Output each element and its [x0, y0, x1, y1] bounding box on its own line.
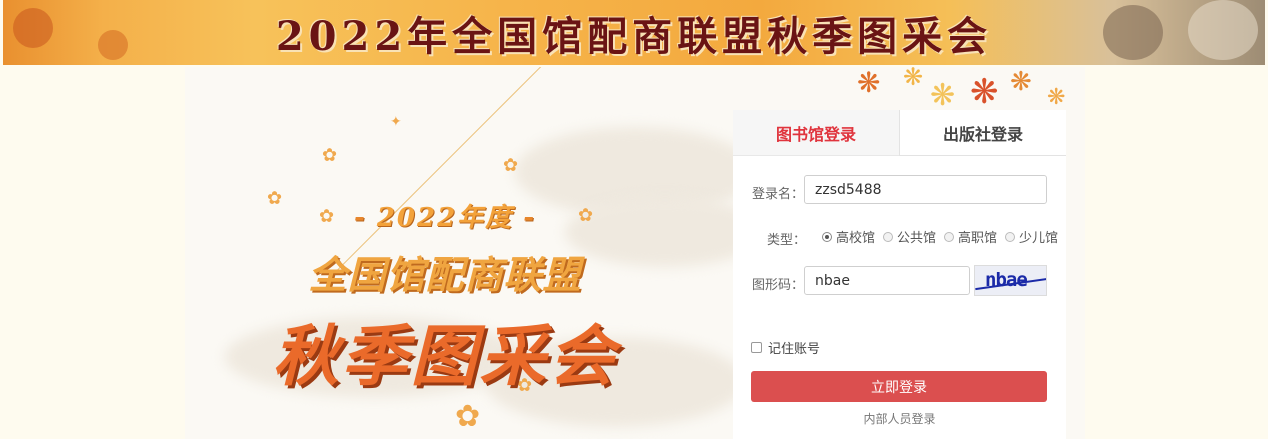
promo-dash: - — [523, 203, 536, 233]
flower-icon: ✦ — [390, 114, 402, 130]
radio-label: 高校馆 — [836, 231, 876, 246]
captcha-image-text: nbae — [985, 269, 1028, 291]
promo-dash: - — [354, 203, 367, 233]
login-button[interactable]: 立即登录 — [751, 371, 1047, 402]
flower-icon: ✿ — [503, 155, 519, 176]
username-input[interactable] — [804, 175, 1047, 204]
internal-login-link[interactable]: 内部人员登录 — [733, 410, 1066, 427]
tab-publisher-login[interactable]: 出版社登录 — [899, 110, 1066, 156]
promo-year: 2022年度 — [376, 203, 514, 233]
flower-icon: ✿ — [322, 145, 338, 166]
maple-leaf-icon: ❋ — [1047, 85, 1066, 110]
radio-label: 少儿馆 — [1019, 231, 1059, 246]
radio-university[interactable]: 高校馆 — [822, 227, 875, 246]
type-radio-group: 高校馆 公共馆 高职馆 少儿馆 — [822, 227, 1066, 246]
promo-main-title: 秋季图采会 — [272, 317, 618, 395]
tab-library-login[interactable]: 图书馆登录 — [733, 110, 899, 156]
radio-children[interactable]: 少儿馆 — [1005, 227, 1058, 246]
promo-year-line: -2022年度 - — [235, 197, 655, 234]
captcha-input[interactable] — [804, 266, 970, 295]
radio-icon — [944, 231, 954, 242]
type-label: 类型： — [767, 233, 807, 248]
top-banner: 2022年全国馆配商联盟秋季图采会 — [3, 0, 1265, 65]
promo-title: -2022年度 - 全国馆配商联盟 秋季图采会 — [235, 197, 655, 399]
captcha-image[interactable]: nbae — [974, 265, 1047, 296]
radio-label: 公共馆 — [897, 231, 937, 246]
maple-leaf-icon: ❋ — [930, 78, 956, 113]
banner-title: 2022年全国馆配商联盟秋季图采会 — [275, 13, 993, 60]
login-panel: 图书馆登录 出版社登录 登录名： 类型： 高校馆 公共馆 高职馆 少儿馆 图形码… — [733, 110, 1066, 439]
radio-icon — [1005, 231, 1015, 242]
promo-subtitle: 全国馆配商联盟 — [308, 252, 582, 297]
captcha-label: 图形码： — [752, 278, 805, 293]
maple-leaf-icon: ❋ — [970, 72, 999, 112]
remember-account[interactable]: 记住账号 — [751, 338, 820, 357]
radio-icon — [822, 231, 832, 242]
login-tabs: 图书馆登录 出版社登录 — [733, 110, 1066, 156]
radio-public[interactable]: 公共馆 — [883, 227, 936, 246]
username-label: 登录名： — [752, 187, 805, 202]
radio-icon — [883, 231, 893, 242]
flower-icon: ✿ — [455, 399, 481, 434]
checkbox-icon[interactable] — [751, 342, 762, 353]
maple-leaf-icon: ❋ — [857, 67, 881, 99]
remember-label: 记住账号 — [768, 342, 821, 357]
maple-leaf-icon: ❋ — [1010, 67, 1032, 97]
radio-vocational[interactable]: 高职馆 — [944, 227, 997, 246]
radio-label: 高职馆 — [958, 231, 998, 246]
maple-leaf-icon: ❋ — [903, 67, 924, 91]
